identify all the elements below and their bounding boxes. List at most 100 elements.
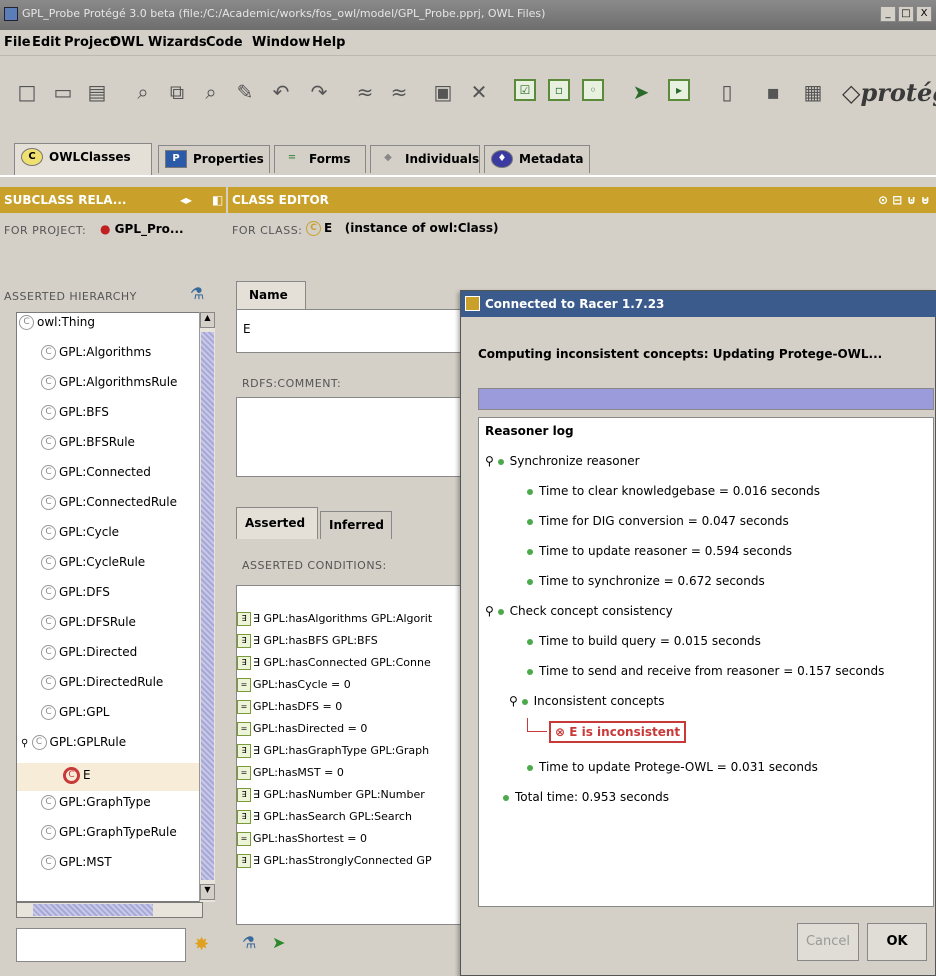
tree-item[interactable]: C GPL:Directed (41, 645, 137, 669)
tree-item[interactable]: C GPL:Connected (41, 465, 151, 489)
classify-icon[interactable]: ☑ (514, 79, 536, 101)
tab-owlclasses[interactable]: C OWLClasses (14, 143, 152, 175)
copy-icon[interactable]: ⧉ (164, 79, 190, 105)
back-icon[interactable]: ≈ (352, 79, 378, 105)
tree-item[interactable]: C GPL:GraphTypeRule (41, 825, 177, 849)
class-tree[interactable]: Cowl:Thing C GPL:Algorithms C GPL:Algorith… (16, 312, 203, 902)
tab-metadata[interactable]: ♦ Metadata (484, 145, 590, 173)
tree-item-selected[interactable]: CE (17, 763, 200, 791)
query-icon[interactable]: ▸ (668, 79, 690, 101)
forward-icon[interactable]: ≈ (386, 79, 412, 105)
grid-icon[interactable]: ▦ (800, 79, 826, 105)
close-button[interactable]: X (916, 6, 932, 22)
edit-icon[interactable]: ✎ (232, 79, 258, 105)
tab-inferred[interactable]: Inferred (320, 511, 392, 539)
maximize-button[interactable]: □ (898, 6, 914, 22)
expand-icon[interactable]: ⚲ (21, 738, 32, 749)
tree-item[interactable]: C GPL:Cycle (41, 525, 119, 549)
tree-item[interactable]: C GPL:Algorithms (41, 345, 151, 369)
metadata-icon[interactable]: ▣ (430, 79, 456, 105)
run-icon[interactable]: ➤ (628, 79, 654, 105)
name-field[interactable]: E (236, 309, 462, 353)
tree-item[interactable]: C GPL:BFS (41, 405, 109, 429)
condition-row[interactable]: = GPL:hasShortest = 0 (237, 832, 367, 854)
paste-icon[interactable]: ⌕ (198, 79, 224, 105)
tab-forms[interactable]: = Forms (274, 145, 366, 173)
cut-icon[interactable]: ⌕ (130, 79, 156, 105)
menu-owl[interactable]: OWL (110, 35, 144, 50)
open-project-icon[interactable]: ▭ (50, 79, 76, 105)
search-input[interactable] (16, 928, 186, 962)
condition-row[interactable]: ∃ ∃ GPL:hasGraphType GPL:Graph (237, 744, 429, 766)
save-project-icon[interactable]: ▤ (84, 79, 110, 105)
name-tab[interactable]: Name (236, 281, 306, 309)
condition-row[interactable]: = GPL:hasMST = 0 (237, 766, 344, 788)
compute-inferred-icon[interactable]: ◦ (582, 79, 604, 101)
new-project-icon[interactable]: □ (14, 79, 40, 105)
tab-individuals[interactable]: ◆ Individuals (370, 145, 480, 173)
condition-row[interactable]: ∃ ∃ GPL:hasConnected GPL:Conne (237, 656, 431, 678)
tree-item[interactable]: C GPL:GraphType (41, 795, 151, 819)
document-icon[interactable]: ▯ (714, 79, 740, 105)
delete-icon[interactable]: ✕ (466, 79, 492, 105)
menu-edit[interactable]: Edit (32, 35, 61, 50)
condition-text: ∃ GPL:hasStronglyConnected GP (253, 854, 432, 867)
tree-item[interactable]: C GPL:DFSRule (41, 615, 136, 639)
tree-item[interactable]: C GPL:BFSRule (41, 435, 135, 459)
tree-handle-icon[interactable]: ⚲ (485, 604, 498, 618)
redo-icon[interactable]: ↷ (306, 79, 332, 105)
condition-row[interactable]: = GPL:hasCycle = 0 (237, 678, 351, 700)
condition-row[interactable]: ∃ ∃ GPL:hasSearch GPL:Search (237, 810, 412, 832)
tree-handle-icon[interactable]: ⚲ (509, 694, 522, 708)
condition-row[interactable]: ∃ ∃ GPL:hasAlgorithms GPL:Algorit (237, 612, 432, 634)
run-classifier-icon[interactable]: ➤ (272, 933, 285, 952)
add-subclass-icon[interactable]: ⚗ (190, 284, 204, 303)
cancel-button[interactable]: Cancel (797, 923, 859, 961)
find-icon[interactable]: ✸ (194, 934, 209, 955)
class-icon: C (41, 825, 56, 840)
menu-window[interactable]: Window (252, 35, 310, 50)
condition-row[interactable]: ∃ ∃ GPL:hasBFS GPL:BFS (237, 634, 378, 656)
tree-vertical-scrollbar[interactable]: ▲ ▼ (199, 312, 215, 902)
menu-code[interactable]: Code (206, 35, 243, 50)
nav-arrows-icon[interactable]: ◂▸ (180, 193, 192, 207)
export-icon[interactable]: ▪ (760, 79, 786, 105)
menu-wizards[interactable]: Wizards (148, 35, 207, 50)
editor-controls-icon[interactable]: ⊙ ⊟ ⊎ ⊍ (878, 193, 930, 207)
class-icon: C (41, 345, 56, 360)
scroll-thumb[interactable] (201, 332, 214, 880)
condition-icon: ∃ (237, 656, 251, 670)
menu-project[interactable]: Project (64, 35, 116, 50)
ok-button[interactable]: OK (867, 923, 927, 961)
tree-item[interactable]: C GPL:DirectedRule (41, 675, 163, 699)
comment-field[interactable] (236, 397, 462, 477)
condition-row[interactable]: = GPL:hasDirected = 0 (237, 722, 367, 744)
add-condition-icon[interactable]: ⚗ (242, 933, 256, 952)
tree-item[interactable]: C GPL:CycleRule (41, 555, 145, 579)
tree-item[interactable]: ⚲ C GPL:GPLRule (21, 735, 126, 759)
condition-row[interactable]: ∃ ∃ GPL:hasStronglyConnected GP (237, 854, 432, 876)
tab-bar: C OWLClasses P Properties = Forms ◆ Individu… (0, 135, 936, 177)
tree-handle-icon[interactable]: ⚲ (485, 454, 498, 468)
condition-row[interactable]: ∃ ∃ GPL:hasNumber GPL:Number (237, 788, 425, 810)
tree-item[interactable]: C GPL:DFS (41, 585, 110, 609)
hscroll-thumb[interactable] (33, 904, 153, 916)
menu-file[interactable]: File (4, 35, 31, 50)
scroll-down-icon[interactable]: ▼ (200, 884, 215, 900)
tree-item[interactable]: C GPL:MST (41, 855, 112, 873)
panel-menu-icon[interactable]: ◧ (212, 193, 223, 207)
menu-help[interactable]: Help (312, 35, 345, 50)
check-consistency-icon[interactable]: ▫ (548, 79, 570, 101)
node-icon (527, 548, 533, 555)
tab-asserted[interactable]: Asserted (236, 507, 318, 539)
scroll-up-icon[interactable]: ▲ (200, 312, 215, 328)
tree-horizontal-scrollbar[interactable] (16, 902, 203, 918)
undo-icon[interactable]: ↶ (268, 79, 294, 105)
tree-item[interactable]: C GPL:GPL (41, 705, 109, 729)
tree-item[interactable]: C GPL:ConnectedRule (41, 495, 177, 519)
tree-item[interactable]: C GPL:AlgorithmsRule (41, 375, 177, 399)
condition-row[interactable]: = GPL:hasDFS = 0 (237, 700, 342, 722)
minimize-button[interactable]: _ (880, 6, 896, 22)
tab-properties[interactable]: P Properties (158, 145, 270, 173)
tree-item[interactable]: Cowl:Thing (19, 315, 95, 339)
